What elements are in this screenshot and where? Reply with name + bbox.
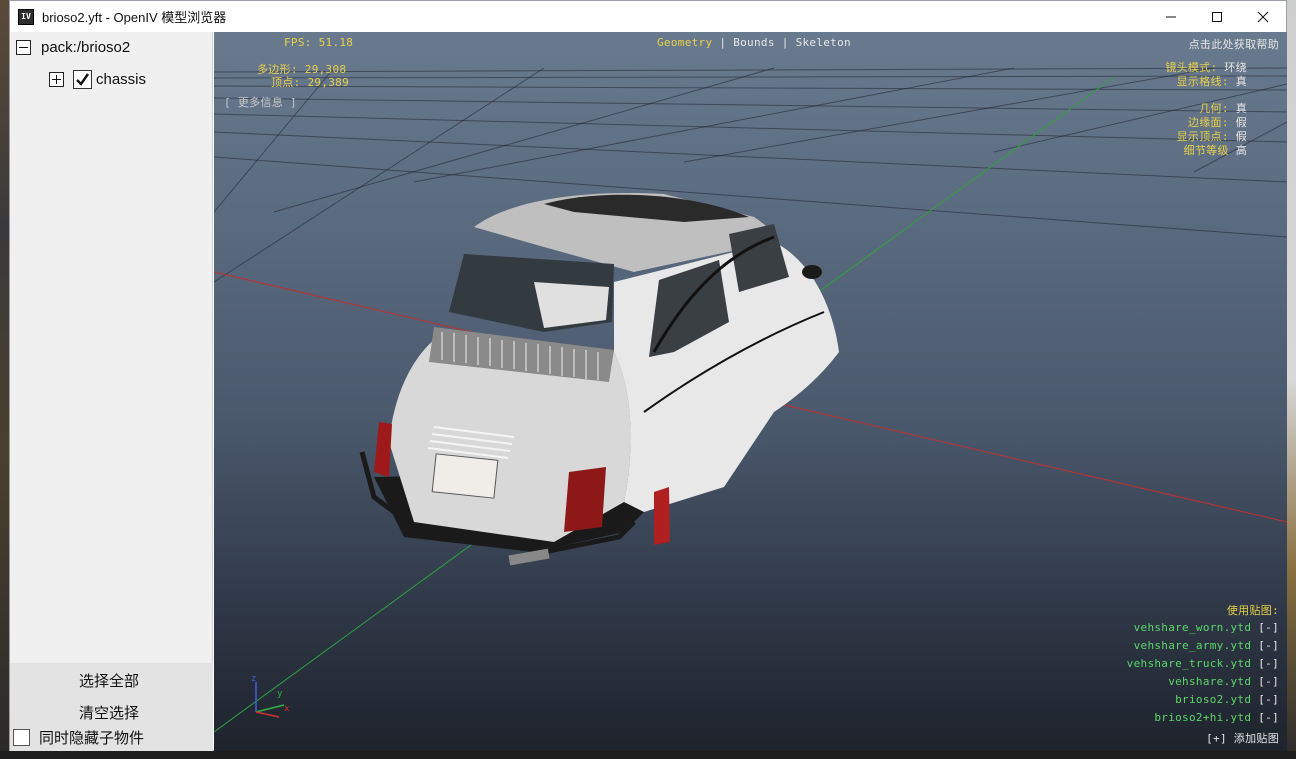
clear-selection-button[interactable]: 清空选择 — [10, 697, 208, 727]
desktop-right-strip — [1287, 0, 1296, 759]
remove-texture-button[interactable]: [-] — [1258, 639, 1279, 652]
texture-item: vehshare_truck.ytd [-] — [1127, 655, 1279, 673]
checkmark-icon — [76, 73, 89, 86]
tree-root-node[interactable]: pack:/brioso2 — [16, 39, 130, 56]
geometry-label: 几何: — [1199, 102, 1229, 115]
remove-texture-button[interactable]: [-] — [1258, 675, 1279, 688]
texture-item: vehshare_army.ytd [-] — [1127, 637, 1279, 655]
close-icon — [1257, 11, 1269, 22]
window-controls — [1148, 1, 1286, 32]
texture-item: brioso2+hi.ytd [-] — [1127, 709, 1279, 727]
texture-name: vehshare_truck.ytd — [1126, 657, 1252, 670]
edges-value[interactable]: 假 — [1236, 116, 1247, 129]
geometry-value[interactable]: 真 — [1236, 102, 1247, 115]
show-vertices-value[interactable]: 假 — [1236, 130, 1247, 143]
tab-geometry[interactable]: Geometry — [657, 36, 712, 49]
model-tree-panel: pack:/brioso2 chassis 选择全部 清空选择 同时隐藏子物件 — [10, 32, 213, 751]
select-all-button[interactable]: 选择全部 — [10, 665, 208, 695]
more-info-link[interactable]: [ 更多信息 ] — [224, 94, 297, 110]
add-texture-button[interactable]: [+] 添加贴图 — [1206, 730, 1279, 746]
axis-x-label: x — [284, 704, 290, 714]
hide-children-checkbox[interactable] — [13, 729, 30, 746]
texture-item: vehshare.ytd [-] — [1127, 673, 1279, 691]
window-title: brioso2.yft - OpenIV 模型浏览器 — [42, 10, 227, 25]
tab-bounds[interactable]: Bounds — [733, 36, 775, 49]
lod-value[interactable]: 高 — [1236, 144, 1247, 157]
texture-name: vehshare_army.ytd — [1133, 639, 1252, 652]
minimize-icon — [1166, 16, 1176, 17]
tab-skeleton[interactable]: Skeleton — [796, 36, 851, 49]
openiv-app-icon[interactable]: IV — [18, 8, 34, 25]
openiv-model-viewer-window: IV brioso2.yft - OpenIV 模型浏览器 pack:/brio… — [9, 0, 1287, 751]
tree-root-label: pack:/brioso2 — [41, 39, 131, 56]
axis-z-label: z — [251, 674, 257, 684]
edges-label: 边缘面: — [1187, 116, 1229, 129]
expand-icon[interactable] — [49, 72, 64, 87]
desktop-bottom-strip — [0, 751, 1296, 759]
camera-settings: 镜头模式: 环绕 显示格线: 真 — [1165, 61, 1247, 89]
texture-name: vehshare.ytd — [1168, 675, 1252, 688]
close-button[interactable] — [1240, 1, 1286, 32]
texture-item: vehshare_worn.ytd [-] — [1127, 619, 1279, 637]
maximize-icon — [1212, 11, 1222, 22]
camera-mode-value[interactable]: 环绕 — [1224, 61, 1247, 74]
texture-name: vehshare_worn.ytd — [1133, 621, 1252, 634]
vertex-label: 顶点: — [271, 76, 301, 89]
chassis-visibility-checkbox[interactable] — [73, 70, 92, 89]
tab-separator: | — [781, 36, 789, 49]
minimize-button[interactable] — [1148, 1, 1194, 32]
textures-used-label: 使用贴图: — [1226, 604, 1279, 617]
hide-children-label: 同时隐藏子物件 — [39, 729, 145, 747]
show-vertices-label: 显示顶点: — [1176, 130, 1229, 143]
remove-texture-button[interactable]: [-] — [1258, 693, 1279, 706]
remove-texture-button[interactable]: [-] — [1258, 621, 1279, 634]
maximize-button[interactable] — [1194, 1, 1240, 32]
texture-item: brioso2.ytd [-] — [1127, 691, 1279, 709]
collapse-icon[interactable] — [16, 40, 31, 55]
remove-texture-button[interactable]: [-] — [1258, 657, 1279, 670]
remove-texture-button[interactable]: [-] — [1258, 711, 1279, 724]
tree-node-label: chassis — [96, 71, 147, 88]
help-link[interactable]: 点击此处获取帮助 — [1189, 36, 1279, 52]
render-mode-tabs: Geometry | Bounds | Skeleton — [657, 36, 851, 49]
title-bar[interactable]: IV brioso2.yft - OpenIV 模型浏览器 — [10, 1, 1286, 32]
lod-label: 细节等级 — [1183, 144, 1229, 157]
vertex-value: 29,389 — [307, 76, 350, 89]
tree-node-chassis[interactable]: chassis — [49, 70, 146, 89]
3d-viewport[interactable]: FPS: 51.18 多边形: 29,308 顶点: 29,389 [ 更多信息… — [214, 32, 1287, 751]
texture-name: brioso2+hi.ytd — [1154, 711, 1252, 724]
vertex-count: 顶点: 29,389 — [271, 74, 349, 90]
fps-readout: FPS: 51.18 — [284, 36, 354, 49]
texture-list: vehshare_worn.ytd [-] vehshare_army.ytd … — [1127, 619, 1279, 727]
camera-mode-label: 镜头模式: — [1165, 61, 1218, 74]
texture-name: brioso2.ytd — [1175, 693, 1252, 706]
tab-separator: | — [719, 36, 727, 49]
desktop-left-strip — [0, 0, 9, 759]
hide-children-toggle[interactable]: 同时隐藏子物件 — [13, 727, 144, 748]
render-settings: 几何: 真 边缘面: 假 显示顶点: 假 细节等级 高 — [1177, 102, 1247, 158]
axis-y-label: y — [277, 689, 283, 699]
car-model — [359, 192, 839, 566]
show-grid-label: 显示格线: — [1176, 75, 1229, 88]
show-grid-value[interactable]: 真 — [1236, 75, 1247, 88]
